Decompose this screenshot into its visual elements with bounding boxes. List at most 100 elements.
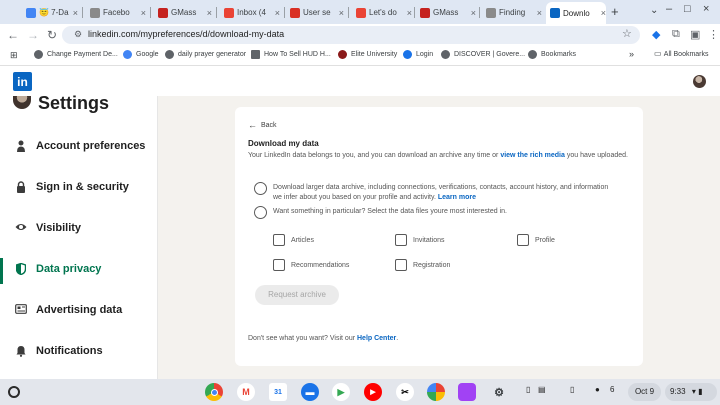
bookmark-item[interactable]: Login [403,50,433,59]
sidepanel-icon[interactable]: ▣ [690,28,700,41]
radio-larger-archive[interactable] [254,182,267,195]
more-bookmarks-icon[interactable]: » [629,49,634,59]
menu-dots-icon[interactable]: ⋮ [708,28,719,41]
reload-icon[interactable]: ↻ [47,28,57,42]
record-icon[interactable]: ● [595,385,600,394]
screen-capture-icon[interactable]: ▤ [538,385,546,394]
sidebar-item-sign-in-security[interactable]: Sign in & security [0,176,158,202]
browser-tab[interactable]: 😇 7-Da × [22,3,78,22]
bookmark-item[interactable]: DISCOVER | Govere... [441,50,525,59]
close-icon[interactable]: × [207,8,212,18]
url-text[interactable]: linkedin.com/mypreferences/d/download-my… [88,29,284,39]
maximize-icon[interactable]: □ [684,3,691,15]
document-icon [251,50,260,59]
checkbox-recommendations[interactable] [273,259,285,271]
close-icon[interactable]: × [275,8,280,18]
tab-search-icon[interactable]: ⌄ [650,5,658,16]
close-icon[interactable]: × [471,8,476,18]
checkbox-articles[interactable] [273,234,285,246]
help-center-link[interactable]: Help Center [357,335,396,342]
tab-favicon-icon [224,7,234,18]
date-display[interactable]: Oct 9 [628,383,661,401]
close-icon[interactable]: × [141,8,146,18]
sidebar-item-label: Sign in & security [36,181,129,193]
browser-tab[interactable]: Inbox (4 × [220,3,280,22]
browser-tab[interactable]: GMass × [154,3,212,22]
play-store-icon[interactable]: ▶ [332,383,350,401]
close-icon[interactable]: × [73,8,78,18]
back-link[interactable]: ← Back [248,120,277,130]
bookmark-star-icon[interactable]: ☆ [622,27,632,40]
browser-tab[interactable]: GMass × [416,3,476,22]
messages-icon[interactable]: ▬ [301,383,319,401]
newspaper-icon [15,304,27,318]
tab-favicon-icon [290,7,300,18]
radio-particular-files[interactable] [254,206,267,219]
new-tab-icon[interactable]: + [611,4,619,19]
checkbox-label: Profile [535,237,555,244]
back-arrow-icon[interactable]: ← [7,28,19,42]
notification-count[interactable]: 6 [610,385,614,394]
app-icon[interactable] [458,383,476,401]
phone-hub-icon[interactable]: ▯ [570,385,574,394]
request-archive-button[interactable]: Request archive [255,285,339,305]
bookmark-item[interactable]: Google [123,50,159,59]
close-window-icon[interactable]: × [703,3,709,15]
checkbox-profile[interactable] [517,234,529,246]
capcut-icon[interactable]: ✂ [396,383,414,401]
radio-larger-archive-label: Download larger data archive, including … [273,184,609,201]
apps-grid-icon[interactable]: ⊞ [10,50,18,61]
gmail-icon[interactable]: M [237,383,255,401]
lock-icon [15,181,27,195]
battery-icon: ▮ [698,387,703,396]
close-icon[interactable]: × [407,8,412,18]
os-taskbar: M 31 ▬ ▶ ▶ ✂ ⚙ ▯ ▤ ▯ ● 6 Oct 9 9:33 ▾ ▮ [0,379,720,405]
site-info-icon[interactable]: ⚙ [74,29,82,40]
browser-tab-active[interactable]: Downlo × [546,2,606,24]
sidebar-item-account-preferences[interactable]: Account preferences [0,135,158,161]
status-area[interactable]: 9:33 ▾ ▮ [665,383,717,401]
tab-title: Facebo [103,8,130,17]
linkedin-logo[interactable]: in [13,72,32,91]
youtube-icon[interactable]: ▶ [364,383,382,401]
close-icon[interactable]: × [339,8,344,18]
browser-tab[interactable]: Finding × [482,3,542,22]
bookmark-item[interactable]: daily prayer generator [165,50,246,59]
close-icon[interactable]: × [601,8,606,18]
bookmark-item[interactable]: Bookmarks [528,50,576,59]
browser-tab[interactable]: User se × [286,3,344,22]
close-icon[interactable]: × [537,8,542,18]
bookmark-item[interactable]: Elite University [338,50,397,59]
checkbox-registration[interactable] [395,259,407,271]
sidebar-item-notifications[interactable]: Notifications [0,340,158,366]
sidebar-item-advertising-data[interactable]: Advertising data [0,299,158,325]
avatar[interactable] [693,75,706,88]
calendar-icon[interactable]: 31 [269,383,287,401]
checkbox-label: Invitations [413,237,445,244]
extension-icon[interactable]: ◆ [652,28,660,41]
linkedin-favicon-icon [550,8,560,18]
sidebar-item-visibility[interactable]: Visibility [0,217,158,243]
puzzle-icon[interactable]: ⧉ [672,28,680,41]
photos-icon[interactable] [427,383,445,401]
chrome-icon[interactable] [205,383,223,401]
files-icon[interactable]: ▯ [526,385,530,394]
view-rich-media-link[interactable]: view the rich media [500,152,565,159]
bookmark-item[interactable]: Change Payment De... [34,50,118,59]
launcher-icon[interactable] [8,386,20,398]
sidebar-item-data-privacy[interactable]: Data privacy [0,258,158,284]
learn-more-link[interactable]: Learn more [438,194,476,201]
tab-title: GMass [171,8,197,17]
globe-icon [441,50,450,59]
checkbox-invitations[interactable] [395,234,407,246]
bookmark-item[interactable]: How To Sell HUD H... [251,50,331,59]
tab-separator [414,7,415,18]
tab-title: Downlo [563,8,590,18]
minimize-icon[interactable]: – [666,3,672,15]
settings-app-icon[interactable]: ⚙ [490,383,508,401]
browser-tab[interactable]: Let's do × [352,3,412,22]
address-bar[interactable]: ⚙ linkedin.com/mypreferences/d/download-… [62,26,640,44]
all-bookmarks-button[interactable]: ▭ All Bookmarks [654,49,709,58]
browser-tab[interactable]: Facebo × [86,3,146,22]
forward-arrow-icon[interactable]: → [27,28,39,42]
